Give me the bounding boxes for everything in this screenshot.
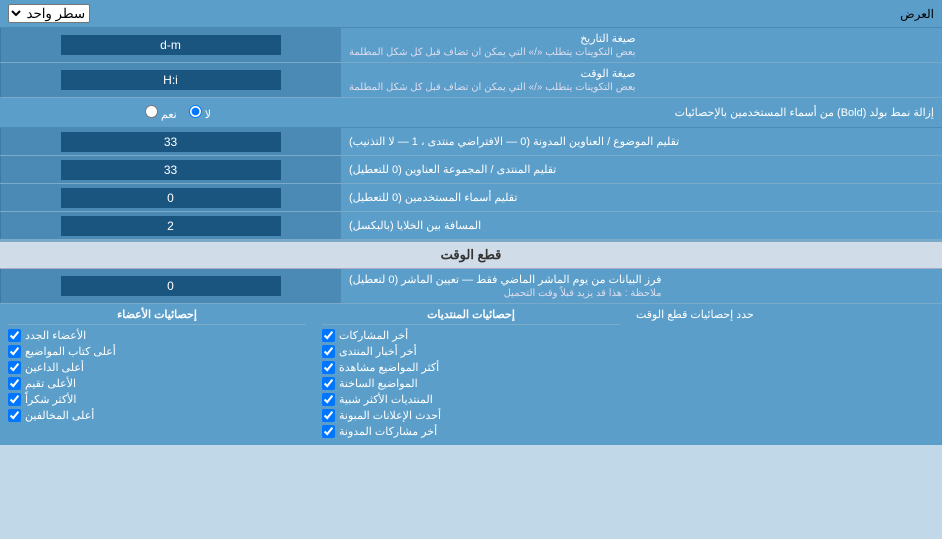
cell-spacing-label: المسافة بين الخلايا (بالبكسل) bbox=[340, 212, 942, 239]
main-container: العرض سطر واحدسطرانثلاثة أسطر صيغة التار… bbox=[0, 0, 942, 445]
stats-label-f6: أخر مشاركات المدونة bbox=[339, 425, 437, 438]
stats-label-m3: الأعلى تقيم bbox=[25, 377, 76, 390]
stats-label-f2: أكثر المواضيع مشاهدة bbox=[339, 361, 439, 374]
forum-threads-label: تقليم الموضوع / العناوين المدونة (0 — ال… bbox=[340, 128, 942, 155]
cell-spacing-row: المسافة بين الخلايا (بالبكسل) bbox=[0, 212, 942, 240]
date-format-label: صيغة التاريخ بعض التكوينات يتطلب «/» الت… bbox=[340, 28, 942, 62]
stats-item-f5: أحدث الإعلانات المبونة bbox=[322, 409, 620, 422]
stats-item-m4: الأكثر شكراً bbox=[8, 393, 306, 406]
stats-label-f0: أخر المشاركات bbox=[339, 329, 408, 342]
stats-item-m5: أعلى المخالفين bbox=[8, 409, 306, 422]
stats-check-f0[interactable] bbox=[322, 329, 335, 342]
bold-no-radio[interactable] bbox=[189, 105, 202, 118]
time-format-input-container bbox=[0, 63, 340, 97]
display-select[interactable]: سطر واحدسطرانثلاثة أسطر bbox=[8, 4, 90, 23]
forum-usernames-input-container bbox=[0, 156, 340, 183]
stats-item-m1: أعلى كتاب المواضيع bbox=[8, 345, 306, 358]
cutoff-input-container bbox=[0, 269, 340, 303]
stats-label-f5: أحدث الإعلانات المبونة bbox=[339, 409, 441, 422]
bold-yes-radio[interactable] bbox=[145, 105, 158, 118]
forum-usernames-row: تقليم المنتدى / المجموعة العناوين (0 للت… bbox=[0, 156, 942, 184]
user-names-input-container bbox=[0, 184, 340, 211]
bold-yes-label: نعم bbox=[145, 105, 177, 121]
forum-threads-row: تقليم الموضوع / العناوين المدونة (0 — ال… bbox=[0, 128, 942, 156]
stats-item-f6: أخر مشاركات المدونة bbox=[322, 425, 620, 438]
stats-label-m2: أعلى الداعين bbox=[25, 361, 84, 374]
stats-col-forums-title: إحصائيات المنتديات bbox=[322, 308, 620, 325]
stats-check-m4[interactable] bbox=[8, 393, 21, 406]
stats-label-f4: المنتديات الأكثر شبية bbox=[339, 393, 433, 406]
date-format-row: صيغة التاريخ بعض التكوينات يتطلب «/» الت… bbox=[0, 28, 942, 63]
stats-label-f1: أخر أخبار المنتدى bbox=[339, 345, 417, 358]
display-label: العرض bbox=[900, 7, 934, 21]
stats-label-m1: أعلى كتاب المواضيع bbox=[25, 345, 116, 358]
stats-item-m3: الأعلى تقيم bbox=[8, 377, 306, 390]
bold-label: إزالة نمط بولد (Bold) من أسماء المستخدمي… bbox=[348, 106, 934, 119]
stats-check-f5[interactable] bbox=[322, 409, 335, 422]
user-names-row: تقليم أسماء المستخدمين (0 للتعطيل) bbox=[0, 184, 942, 212]
stats-check-m5[interactable] bbox=[8, 409, 21, 422]
stats-col-members-title: إحصائيات الأعضاء bbox=[8, 308, 306, 325]
stats-check-f2[interactable] bbox=[322, 361, 335, 374]
stats-col-forums: إحصائيات المنتديات أخر المشاركات أخر أخب… bbox=[314, 308, 628, 441]
stats-label-m0: الأعضاء الجدد bbox=[25, 329, 86, 342]
stats-item-f1: أخر أخبار المنتدى bbox=[322, 345, 620, 358]
stats-check-f4[interactable] bbox=[322, 393, 335, 406]
stats-check-m3[interactable] bbox=[8, 377, 21, 390]
stats-check-f6[interactable] bbox=[322, 425, 335, 438]
bold-radio-group: نعم لا bbox=[8, 105, 348, 121]
user-names-label: تقليم أسماء المستخدمين (0 للتعطيل) bbox=[340, 184, 942, 211]
bold-no-label: لا bbox=[189, 105, 211, 121]
display-row: العرض سطر واحدسطرانثلاثة أسطر bbox=[0, 0, 942, 28]
stats-check-f1[interactable] bbox=[322, 345, 335, 358]
stats-item-m2: أعلى الداعين bbox=[8, 361, 306, 374]
cutoff-section-header: قطع الوقت bbox=[0, 240, 942, 269]
time-format-input[interactable] bbox=[61, 70, 281, 90]
bold-row: إزالة نمط بولد (Bold) من أسماء المستخدمي… bbox=[0, 98, 942, 128]
time-format-row: صيغة الوقت بعض التكوينات يتطلب «/» التي … bbox=[0, 63, 942, 98]
date-format-input[interactable] bbox=[61, 35, 281, 55]
stats-check-m1[interactable] bbox=[8, 345, 21, 358]
cell-spacing-input-container bbox=[0, 212, 340, 239]
stats-item-f2: أكثر المواضيع مشاهدة bbox=[322, 361, 620, 374]
stats-label-m5: أعلى المخالفين bbox=[25, 409, 94, 422]
stats-right-label: حدد إحصائيات قطع الوقت bbox=[628, 308, 942, 441]
cutoff-input[interactable] bbox=[61, 276, 281, 296]
stats-item-f3: المواضيع الساخنة bbox=[322, 377, 620, 390]
time-format-label: صيغة الوقت بعض التكوينات يتطلب «/» التي … bbox=[340, 63, 942, 97]
stats-check-m2[interactable] bbox=[8, 361, 21, 374]
stats-item-f4: المنتديات الأكثر شبية bbox=[322, 393, 620, 406]
cutoff-label: فرز البيانات من يوم الماشر الماضي فقط — … bbox=[340, 269, 942, 303]
stats-label-m4: الأكثر شكراً bbox=[25, 393, 76, 406]
stats-label-f3: المواضيع الساخنة bbox=[339, 377, 418, 390]
stats-col-members: إحصائيات الأعضاء الأعضاء الجدد أعلى كتاب… bbox=[0, 308, 314, 441]
stats-area: حدد إحصائيات قطع الوقت إحصائيات المنتديا… bbox=[0, 304, 942, 445]
forum-usernames-label: تقليم المنتدى / المجموعة العناوين (0 للت… bbox=[340, 156, 942, 183]
stats-apply-label: حدد إحصائيات قطع الوقت bbox=[636, 308, 754, 321]
forum-usernames-input[interactable] bbox=[61, 160, 281, 180]
forum-threads-input[interactable] bbox=[61, 132, 281, 152]
date-format-input-container bbox=[0, 28, 340, 62]
cell-spacing-input[interactable] bbox=[61, 216, 281, 236]
stats-check-f3[interactable] bbox=[322, 377, 335, 390]
stats-check-m0[interactable] bbox=[8, 329, 21, 342]
stats-item-f0: أخر المشاركات bbox=[322, 329, 620, 342]
forum-threads-input-container bbox=[0, 128, 340, 155]
user-names-input[interactable] bbox=[61, 188, 281, 208]
stats-item-m0: الأعضاء الجدد bbox=[8, 329, 306, 342]
cutoff-row: فرز البيانات من يوم الماشر الماضي فقط — … bbox=[0, 269, 942, 304]
